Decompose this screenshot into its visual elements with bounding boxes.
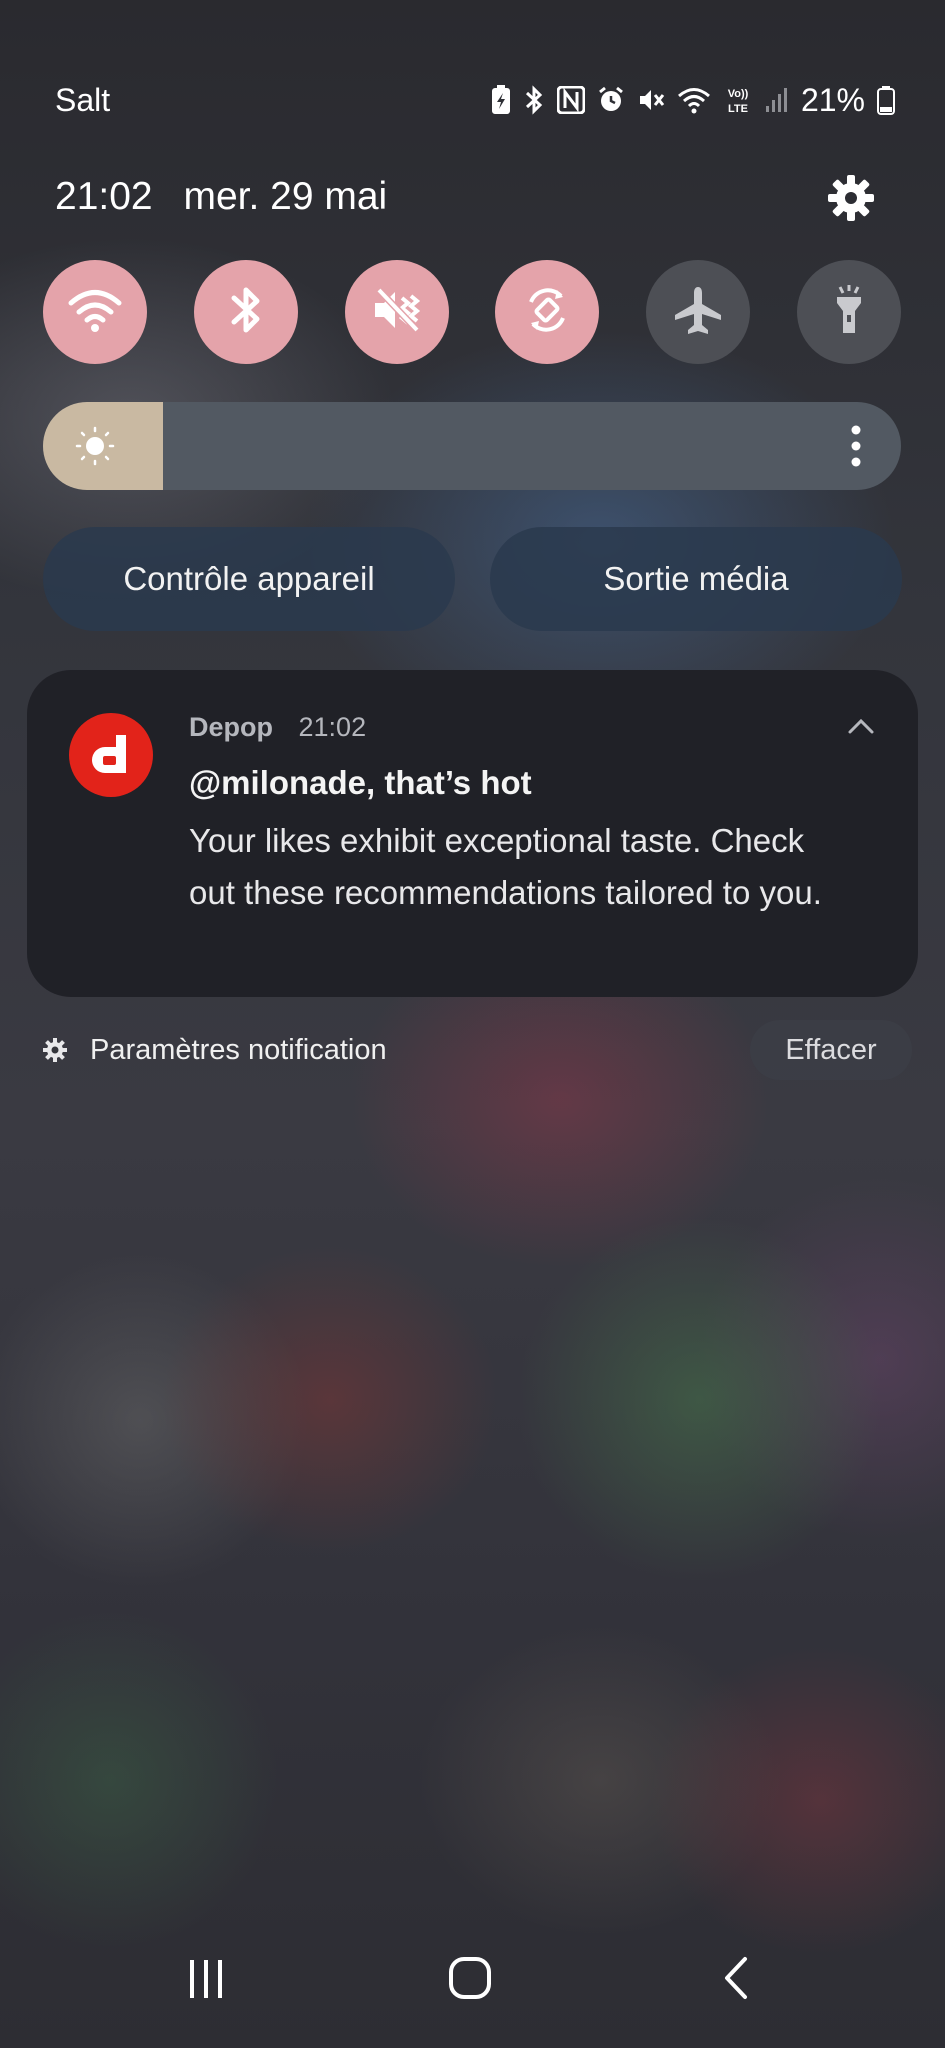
- wifi-icon: [677, 86, 711, 114]
- bluetooth-icon: [523, 85, 545, 115]
- airplane-mode-toggle[interactable]: [646, 260, 751, 364]
- wifi-icon: [67, 286, 123, 339]
- battery-saver-icon: [491, 85, 511, 115]
- status-icons: Vo)) LTE 21%: [491, 80, 895, 120]
- svg-text:LTE: LTE: [728, 103, 748, 115]
- notification-app-name: Depop: [189, 712, 273, 742]
- notification-settings-link[interactable]: Paramètres notification: [90, 1034, 387, 1067]
- carrier-name: Salt: [55, 82, 111, 118]
- date-time-row: 21:02 mer. 29 mai: [55, 175, 387, 219]
- clear-button[interactable]: Effacer: [750, 1020, 912, 1080]
- flashlight-toggle[interactable]: [796, 260, 901, 364]
- mute-icon: [371, 286, 423, 339]
- chevron-up-icon[interactable]: [846, 716, 876, 741]
- signal-icon: [765, 86, 789, 114]
- clock-time: 21:02: [55, 175, 153, 218]
- bluetooth-icon: [226, 284, 266, 341]
- notification-footer: Paramètres notification Effacer: [42, 1020, 912, 1080]
- gear-icon: [42, 1037, 68, 1068]
- back-icon: [721, 1955, 751, 2006]
- status-bar: Salt Vo)) LTE 21%: [0, 70, 945, 130]
- brightness-slider[interactable]: [43, 402, 901, 490]
- wifi-toggle[interactable]: [43, 260, 147, 364]
- notification-header: Depop 21:02: [189, 712, 366, 743]
- quick-toggles: [43, 260, 901, 364]
- auto-rotate-icon: [521, 284, 573, 341]
- back-button[interactable]: [686, 1940, 786, 2020]
- flashlight-icon: [829, 283, 869, 342]
- date-label: mer. 29 mai: [183, 175, 388, 218]
- volte-lte-icon: Vo)) LTE: [723, 85, 753, 115]
- alarm-icon: [597, 86, 625, 114]
- gear-icon: [825, 175, 877, 228]
- depop-app-icon: [69, 713, 153, 797]
- settings-button[interactable]: [825, 172, 877, 224]
- auto-rotate-toggle[interactable]: [495, 260, 600, 364]
- recents-icon: [184, 1956, 228, 2005]
- notification-title: @milonade, that’s hot: [189, 764, 532, 801]
- notification-time: 21:02: [298, 712, 367, 742]
- device-control-button[interactable]: Contrôle appareil: [43, 527, 455, 631]
- notification-card[interactable]: Depop 21:02 @milonade, that’s hot Your l…: [27, 670, 918, 997]
- battery-icon: [877, 85, 895, 115]
- brightness-sun-icon: [75, 426, 115, 471]
- svg-text:Vo)): Vo)): [728, 88, 749, 100]
- media-output-button[interactable]: Sortie média: [490, 527, 902, 631]
- mute-icon: [637, 86, 665, 114]
- navigation-bar: [0, 1940, 945, 2020]
- nfc-icon: [556, 86, 585, 114]
- bluetooth-toggle[interactable]: [193, 260, 298, 364]
- mute-toggle[interactable]: [344, 260, 449, 364]
- battery-percent: 21%: [800, 81, 865, 118]
- home-button[interactable]: [420, 1940, 520, 2020]
- notification-body: Your likes exhibit exceptional taste. Ch…: [189, 822, 822, 911]
- airplane-icon: [671, 283, 725, 342]
- home-icon: [448, 1956, 492, 2005]
- recents-button[interactable]: [156, 1940, 256, 2020]
- more-options-icon[interactable]: [849, 424, 863, 473]
